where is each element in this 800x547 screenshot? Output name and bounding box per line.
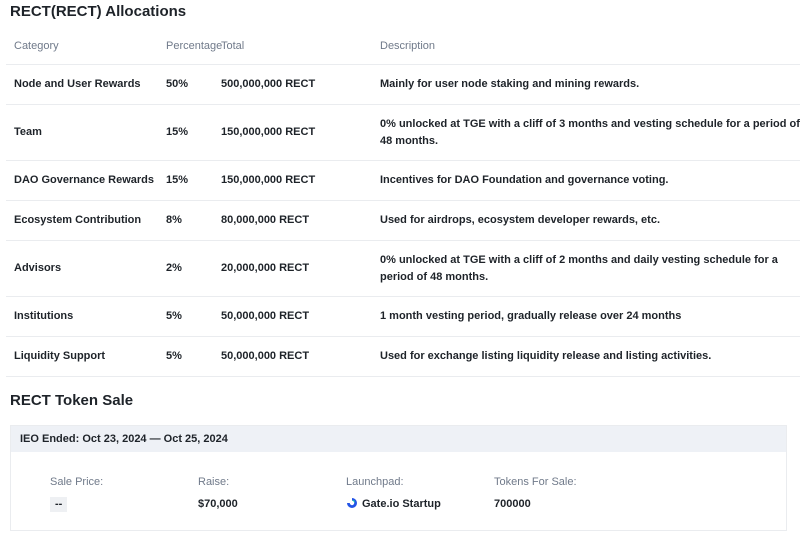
header-description: Description: [380, 40, 436, 52]
cell-percentage: 2%: [158, 240, 221, 297]
table-row: Team 15% 150,000,000 RECT 0% unlocked at…: [6, 104, 800, 161]
allocations-title: RECT(RECT) Allocations: [10, 3, 187, 20]
launchpad-value-wrap[interactable]: Gate.io Startup: [346, 497, 441, 512]
cell-total: 50,000,000 RECT: [221, 296, 376, 337]
cell-description: Used for exchange listing liquidity rele…: [376, 336, 800, 377]
table-row: Advisors 2% 20,000,000 RECT 0% unlocked …: [6, 240, 800, 297]
cell-total: 50,000,000 RECT: [221, 336, 376, 377]
sale-price-value: --: [50, 497, 68, 512]
cell-description: Incentives for DAO Foundation and govern…: [376, 160, 800, 201]
cell-total: 150,000,000 RECT: [221, 104, 376, 161]
cell-percentage: 5%: [158, 336, 221, 377]
cell-category: Ecosystem Contribution: [6, 200, 158, 241]
cell-percentage: 15%: [158, 160, 221, 201]
launchpad-label: Launchpad:: [346, 476, 404, 488]
gate-io-logo-icon: [346, 497, 358, 509]
raise-value: $70,000: [198, 498, 238, 510]
table-row: Node and User Rewards 50% 500,000,000 RE…: [6, 64, 800, 105]
raise-label: Raise:: [198, 476, 230, 488]
cell-total: 20,000,000 RECT: [221, 240, 376, 297]
cell-percentage: 8%: [158, 200, 221, 241]
cell-description: Mainly for user node staking and mining …: [376, 64, 800, 105]
cell-description: Used for airdrops, ecosystem developer r…: [376, 200, 800, 241]
tokens-for-sale-field: Tokens For Sale: 700000: [494, 476, 577, 512]
cell-category: Team: [6, 104, 158, 161]
cell-category: DAO Governance Rewards: [6, 160, 158, 201]
tokens-for-sale-value: 700000: [494, 498, 531, 510]
header-category: Category: [14, 40, 59, 52]
cell-percentage: 15%: [158, 104, 221, 161]
table-row: Ecosystem Contribution 8% 80,000,000 REC…: [6, 200, 800, 241]
cell-description: 0% unlocked at TGE with a cliff of 3 mon…: [376, 104, 800, 161]
table-header-row: Category Percentage Total Description: [6, 28, 800, 65]
cell-description: 0% unlocked at TGE with a cliff of 2 mon…: [376, 240, 800, 297]
cell-total: 80,000,000 RECT: [221, 200, 376, 241]
table-row: DAO Governance Rewards 15% 150,000,000 R…: [6, 160, 800, 201]
cell-category: Institutions: [6, 296, 158, 337]
launchpad-field: Launchpad: Gate.io Startup: [346, 476, 441, 512]
tokens-for-sale-label: Tokens For Sale:: [494, 476, 577, 488]
header-total: Total: [221, 40, 245, 52]
cell-total: 500,000,000 RECT: [221, 64, 376, 105]
sale-price-field: Sale Price: --: [50, 476, 103, 512]
table-row: Liquidity Support 5% 50,000,000 RECT Use…: [6, 336, 800, 377]
token-sale-title: RECT Token Sale: [10, 392, 134, 409]
ieo-status-header: IEO Ended: Oct 23, 2024 — Oct 25, 2024: [11, 426, 786, 452]
token-sale-card: IEO Ended: Oct 23, 2024 — Oct 25, 2024 S…: [10, 425, 787, 531]
allocations-table: Category Percentage Total Description No…: [6, 28, 800, 377]
cell-percentage: 50%: [158, 64, 221, 105]
cell-percentage: 5%: [158, 296, 221, 337]
cell-category: Advisors: [6, 240, 158, 297]
raise-field: Raise: $70,000: [198, 476, 238, 512]
sale-price-value-wrap: --: [50, 497, 103, 512]
header-percentage: Percentage: [166, 40, 223, 52]
sale-price-label: Sale Price:: [50, 476, 104, 488]
cell-category: Node and User Rewards: [6, 64, 158, 105]
cell-total: 150,000,000 RECT: [221, 160, 376, 201]
launchpad-value: Gate.io Startup: [362, 498, 441, 510]
table-row: Institutions 5% 50,000,000 RECT 1 month …: [6, 296, 800, 337]
cell-category: Liquidity Support: [6, 336, 158, 377]
cell-description: 1 month vesting period, gradually releas…: [376, 296, 800, 337]
